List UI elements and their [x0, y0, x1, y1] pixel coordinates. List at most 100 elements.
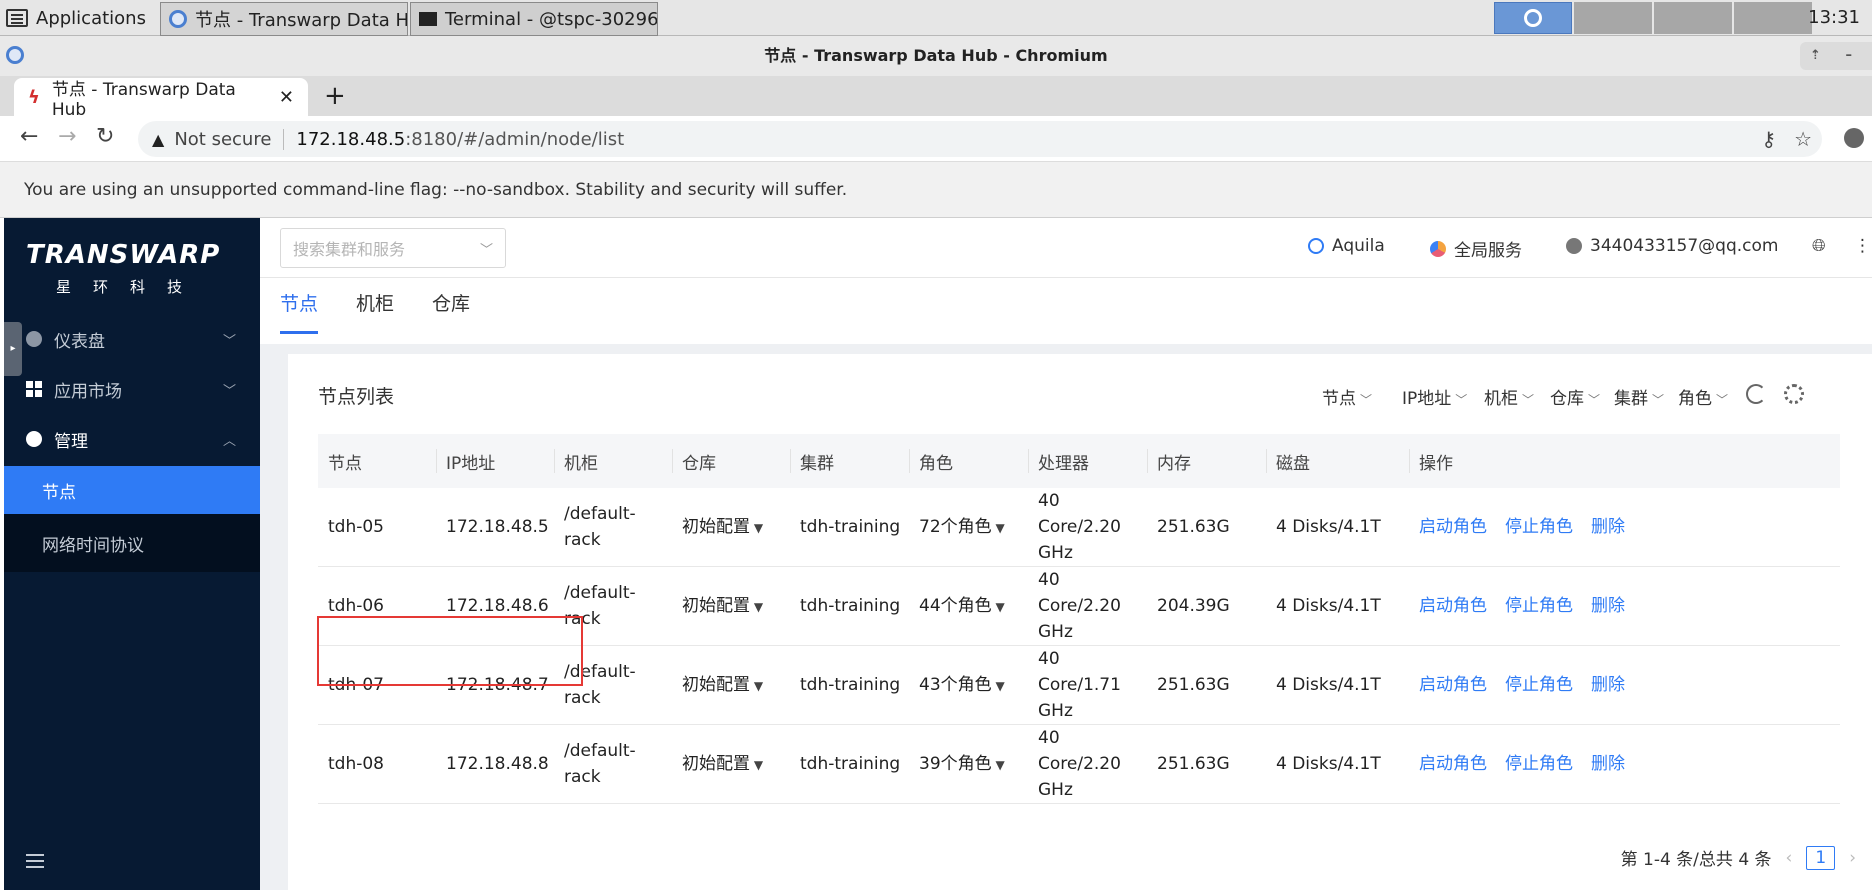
cluster-icon [1308, 238, 1324, 254]
cell-node[interactable]: tdh-05 [318, 488, 436, 567]
cell-cpu: 40 Core/2.20 GHz [1038, 570, 1121, 642]
pagination-summary: 第 1-4 条/总共 4 条 [1620, 850, 1772, 870]
prev-page-icon[interactable]: ‹ [1786, 848, 1793, 868]
repo-dropdown[interactable]: 初始配置 [672, 567, 790, 646]
roles-dropdown[interactable]: 43个角色 [909, 646, 1028, 725]
url-bar[interactable]: ▲ Not secure 172.18.48.5:8180/#/admin/no… [138, 121, 1822, 157]
reload-icon[interactable]: ↻ [96, 124, 114, 149]
sidebar-subitem-ntp[interactable]: 网络时间协议 [4, 514, 260, 572]
language-globe-icon[interactable]: 🌐︎ [1812, 236, 1826, 256]
delete-link[interactable]: 删除 [1591, 675, 1625, 695]
chevron-down-icon: ﹀ [479, 242, 493, 258]
task-label: 节点 - Transwarp Data H... [195, 10, 408, 31]
delete-link[interactable]: 删除 [1591, 754, 1625, 774]
window-controls[interactable]: ⇡ – ▢ [1800, 42, 1872, 91]
close-tab-icon[interactable]: ✕ [279, 87, 294, 108]
chevron-down-icon: ﹀ [222, 333, 236, 349]
cell-node[interactable]: tdh-07 [318, 646, 436, 725]
next-page-icon[interactable]: › [1849, 848, 1856, 868]
cluster-selector[interactable]: Aquila [1308, 236, 1385, 256]
cell-rack: /default-rack [564, 583, 636, 629]
browser-tab[interactable]: ϟ 节点 - Transwarp Data Hub ✕ [14, 78, 308, 120]
start-roles-link[interactable]: 启动角色 [1419, 675, 1487, 695]
settings-gear-icon[interactable] [1784, 384, 1804, 404]
start-roles-link[interactable]: 启动角色 [1419, 754, 1487, 774]
stop-roles-link[interactable]: 停止角色 [1505, 675, 1573, 695]
transwarp-logo: TRANSWARP 星环科技 [26, 240, 238, 297]
more-options-icon[interactable]: ⋮ [1854, 236, 1871, 256]
applications-menu[interactable]: Applications [6, 3, 146, 33]
filter-rack[interactable]: 机柜 ﹀ [1484, 384, 1534, 409]
repo-dropdown[interactable]: 初始配置 [672, 646, 790, 725]
tab-repos[interactable]: 仓库 [432, 286, 470, 334]
star-icon[interactable]: ☆ [1794, 127, 1812, 151]
cell-cpu: 40 Core/2.20 GHz [1038, 728, 1121, 800]
cell-disk: 4 Disks/4.1T [1276, 517, 1381, 537]
roles-dropdown[interactable]: 72个角色 [909, 488, 1028, 567]
tab-racks[interactable]: 机柜 [356, 286, 394, 334]
taskbar-task-terminal[interactable]: Terminal - @tspc-30296-... [410, 2, 658, 36]
collapse-menu-icon[interactable] [26, 854, 44, 868]
cluster-service-search[interactable]: 搜索集群和服务 ﹀ [280, 228, 506, 268]
new-tab-button[interactable]: + [324, 82, 346, 110]
start-roles-link[interactable]: 启动角色 [1419, 517, 1487, 537]
start-roles-link[interactable]: 启动角色 [1419, 596, 1487, 616]
repo-dropdown[interactable]: 初始配置 [672, 488, 790, 567]
chromium-icon [6, 46, 24, 64]
delete-link[interactable]: 删除 [1591, 596, 1625, 616]
global-services-label: 全局服务 [1454, 241, 1522, 261]
cell-actions: 启动角色 停止角色 删除 [1409, 567, 1840, 646]
back-icon[interactable]: ← [20, 124, 38, 149]
workspace-1[interactable] [1494, 2, 1572, 34]
workspace-4[interactable] [1734, 2, 1812, 34]
node-list-card: 节点列表 节点 ﹀ IP地址 ﹀ 机柜 ﹀ 仓库 ﹀ 集群 ﹀ 角色 ﹀ 节点 IP地址 机… [288, 354, 1872, 890]
column-header: 角色 [909, 434, 1028, 488]
chromium-icon [169, 10, 187, 28]
user-email: 3440433157@qq.com [1590, 236, 1779, 256]
cell-actions: 启动角色 停止角色 删除 [1409, 725, 1840, 804]
delete-link[interactable]: 删除 [1591, 517, 1625, 537]
stop-roles-link[interactable]: 停止角色 [1505, 596, 1573, 616]
app-header: 搜索集群和服务 ﹀ Aquila 全局服务 3440433157@qq.com … [260, 218, 1872, 278]
filter-label: 角色 [1678, 389, 1712, 409]
forward-icon[interactable]: → [58, 124, 76, 149]
filter-role[interactable]: 角色 ﹀ [1678, 384, 1728, 409]
refresh-icon[interactable] [1746, 384, 1766, 404]
filter-cluster[interactable]: 集群 ﹀ [1614, 384, 1664, 409]
stop-roles-link[interactable]: 停止角色 [1505, 517, 1573, 537]
tab-nodes[interactable]: 节点 [280, 286, 319, 334]
profile-icon[interactable] [1844, 128, 1864, 148]
page-number[interactable]: 1 [1806, 845, 1836, 870]
filter-label: IP地址 [1402, 389, 1452, 409]
chevron-up-icon: ︿ [222, 433, 236, 449]
workspace-3[interactable] [1654, 2, 1732, 34]
cell-rack: /default-rack [564, 741, 636, 787]
sandbox-warning-infobar: You are using an unsupported command-lin… [0, 162, 1872, 218]
cell-node[interactable]: tdh-08 [318, 725, 436, 804]
filter-ip[interactable]: IP地址 ﹀ [1402, 384, 1467, 409]
key-icon[interactable]: ⚷ [1761, 127, 1776, 151]
repo-dropdown[interactable]: 初始配置 [672, 725, 790, 804]
stop-roles-link[interactable]: 停止角色 [1505, 754, 1573, 774]
roles-dropdown[interactable]: 39个角色 [909, 725, 1028, 804]
roles-dropdown[interactable]: 44个角色 [909, 567, 1028, 646]
taskbar-task-chromium[interactable]: 节点 - Transwarp Data H... [160, 2, 408, 36]
global-services-button[interactable]: 全局服务 [1430, 236, 1522, 261]
filter-repo[interactable]: 仓库 ﹀ [1550, 384, 1600, 409]
cell-node[interactable]: tdh-06 [318, 567, 436, 646]
user-menu[interactable]: 3440433157@qq.com [1566, 236, 1778, 256]
cell-cluster: tdh-training [800, 596, 901, 616]
cell-mem: 251.63G [1157, 675, 1230, 695]
table-header-row: 节点 IP地址 机柜 仓库 集群 角色 处理器 内存 磁盘 操作 [318, 434, 1840, 488]
workspace-2[interactable] [1574, 2, 1652, 34]
main-content: 搜索集群和服务 ﹀ Aquila 全局服务 3440433157@qq.com … [260, 218, 1872, 890]
gear-icon [26, 431, 42, 447]
services-icon [1430, 240, 1446, 257]
sidebar-subitem-nodes[interactable]: 节点 [4, 466, 260, 514]
dashboard-icon [26, 331, 42, 347]
column-header: 集群 [790, 434, 909, 488]
filter-node[interactable]: 节点 ﹀ [1322, 384, 1372, 409]
sidebar-item-manage[interactable]: 管理 ︿ [4, 410, 260, 468]
cell-cpu: 40 Core/1.71 GHz [1038, 649, 1121, 721]
applications-icon [6, 9, 28, 27]
